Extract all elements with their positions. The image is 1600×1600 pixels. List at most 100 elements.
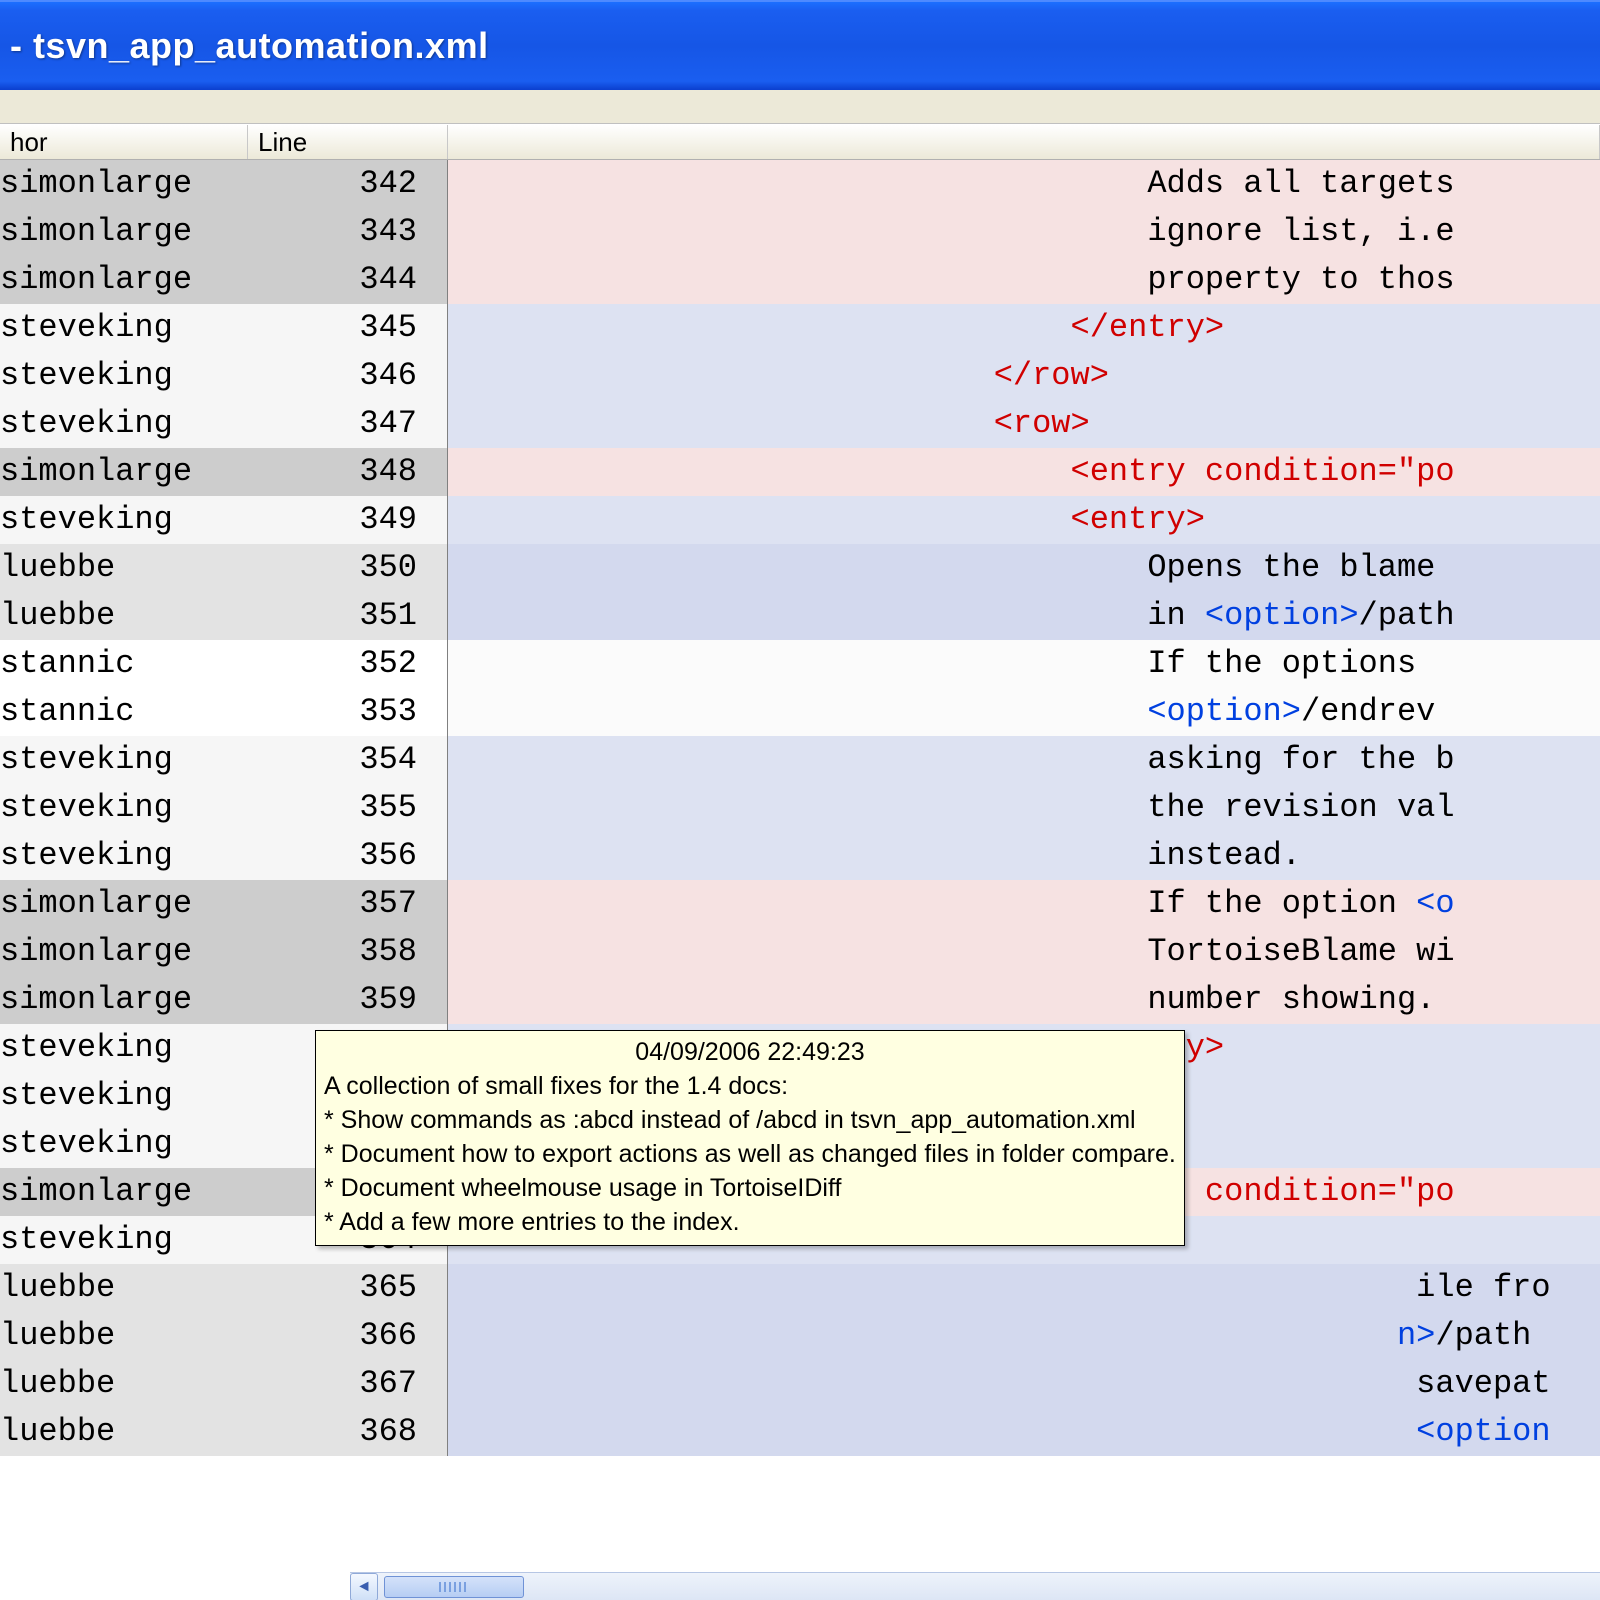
text-segment [456,453,1071,490]
xml-tag: </row> [994,357,1109,394]
author-cell: luebbe [0,1312,248,1360]
content-cell[interactable]: instead. [448,832,1600,880]
blame-row[interactable]: steveking355 the revision val [0,784,1600,832]
line-number-cell: 357 [248,880,448,928]
blame-row[interactable]: luebbe351 in <option>/path [0,592,1600,640]
author-cell: simonlarge [0,976,248,1024]
content-cell[interactable]: ile fro [448,1264,1600,1312]
blame-row[interactable]: steveking347 <row> [0,400,1600,448]
author-cell: simonlarge [0,160,248,208]
tooltip-line: A collection of small fixes for the 1.4 … [324,1069,1176,1103]
text-segment: ile fro [456,1269,1551,1306]
line-number-cell: 354 [248,736,448,784]
blame-row[interactable]: stannic353 <option>/endrev [0,688,1600,736]
scroll-track[interactable] [378,1576,1600,1598]
blame-row[interactable]: luebbe367 savepat [0,1360,1600,1408]
header-author[interactable]: hor [0,125,248,159]
line-number-cell: 346 [248,352,448,400]
content-cell[interactable]: ignore list, i.e [448,208,1600,256]
tooltip-line: * Document wheelmouse usage in TortoiseI… [324,1171,1176,1205]
content-cell[interactable]: <entry condition="po [448,448,1600,496]
xml-tag: <entry> [1071,501,1205,538]
line-number-cell: 365 [248,1264,448,1312]
line-number-cell: 366 [248,1312,448,1360]
line-number-cell: 368 [248,1408,448,1456]
content-cell[interactable]: If the option <o [448,880,1600,928]
scroll-left-button[interactable]: ◄ [350,1573,378,1600]
line-number-cell: 350 [248,544,448,592]
header-line[interactable]: Line [248,125,448,159]
text-segment [456,405,994,442]
title-bar[interactable]: - tsvn_app_automation.xml [0,0,1600,90]
content-cell[interactable]: the revision val [448,784,1600,832]
tooltip-line: * Show commands as :abcd instead of /abc… [324,1103,1176,1137]
author-cell: steveking [0,1024,248,1072]
blame-row[interactable]: steveking346 </row> [0,352,1600,400]
blame-row[interactable]: simonlarge357 If the option <o [0,880,1600,928]
content-cell[interactable]: TortoiseBlame wi [448,928,1600,976]
text-segment [456,1413,1416,1450]
content-cell[interactable]: If the options [448,640,1600,688]
content-cell[interactable]: number showing. [448,976,1600,1024]
xml-element: <option [1416,1413,1550,1450]
content-cell[interactable]: <option>/endrev [448,688,1600,736]
line-number-cell: 353 [248,688,448,736]
text-segment [456,693,1147,730]
author-cell: steveking [0,1072,248,1120]
xml-tag: <row> [994,405,1090,442]
author-cell: stannic [0,688,248,736]
content-cell[interactable]: property to thos [448,256,1600,304]
blame-row[interactable]: luebbe350 Opens the blame [0,544,1600,592]
content-cell[interactable]: Opens the blame [448,544,1600,592]
text-segment: asking for the b [456,741,1455,778]
blame-row[interactable]: simonlarge342 Adds all targets [0,160,1600,208]
text-segment: ignore list, i.e [456,213,1455,250]
author-cell: simonlarge [0,880,248,928]
text-segment: If the options [456,645,1435,682]
author-cell: simonlarge [0,256,248,304]
blame-row[interactable]: steveking349 <entry> [0,496,1600,544]
text-segment: in [456,597,1205,634]
text-segment: /path [1435,1317,1531,1354]
horizontal-scrollbar[interactable]: ◄ [350,1572,1600,1600]
content-cell[interactable]: n>/path [448,1312,1600,1360]
blame-row[interactable]: stannic352 If the options [0,640,1600,688]
blame-row[interactable]: luebbe365 ile fro [0,1264,1600,1312]
text-segment: instead. [456,837,1301,874]
blame-row[interactable]: simonlarge348 <entry condition="po [0,448,1600,496]
blame-row[interactable]: simonlarge359 number showing. [0,976,1600,1024]
author-cell: steveking [0,832,248,880]
line-number-cell: 359 [248,976,448,1024]
content-cell[interactable]: <row> [448,400,1600,448]
xml-tag: </entry> [1071,309,1225,346]
text-segment: /path [1359,597,1455,634]
grip-icon [439,1582,469,1592]
header-content[interactable] [448,125,1600,159]
line-number-cell: 358 [248,928,448,976]
line-number-cell: 356 [248,832,448,880]
content-cell[interactable]: Adds all targets [448,160,1600,208]
blame-row[interactable]: luebbe366 n>/path [0,1312,1600,1360]
content-cell[interactable]: savepat [448,1360,1600,1408]
blame-row[interactable]: simonlarge358 TortoiseBlame wi [0,928,1600,976]
author-cell: steveking [0,736,248,784]
blame-row[interactable]: steveking345 </entry> [0,304,1600,352]
text-segment [456,1317,1397,1354]
blame-row[interactable]: simonlarge343 ignore list, i.e [0,208,1600,256]
content-cell[interactable]: asking for the b [448,736,1600,784]
blame-row[interactable]: steveking356 instead. [0,832,1600,880]
author-cell: luebbe [0,544,248,592]
content-cell[interactable]: <option [448,1408,1600,1456]
text-segment: Adds all targets [456,165,1455,202]
content-cell[interactable]: </entry> [448,304,1600,352]
tooltip-body: A collection of small fixes for the 1.4 … [324,1069,1176,1239]
line-number-cell: 345 [248,304,448,352]
content-cell[interactable]: in <option>/path [448,592,1600,640]
content-cell[interactable]: </row> [448,352,1600,400]
content-cell[interactable]: <entry> [448,496,1600,544]
xml-element: <option> [1147,693,1301,730]
blame-row[interactable]: luebbe368 <option [0,1408,1600,1456]
blame-row[interactable]: simonlarge344 property to thos [0,256,1600,304]
blame-row[interactable]: steveking354 asking for the b [0,736,1600,784]
scroll-thumb[interactable] [384,1576,524,1598]
